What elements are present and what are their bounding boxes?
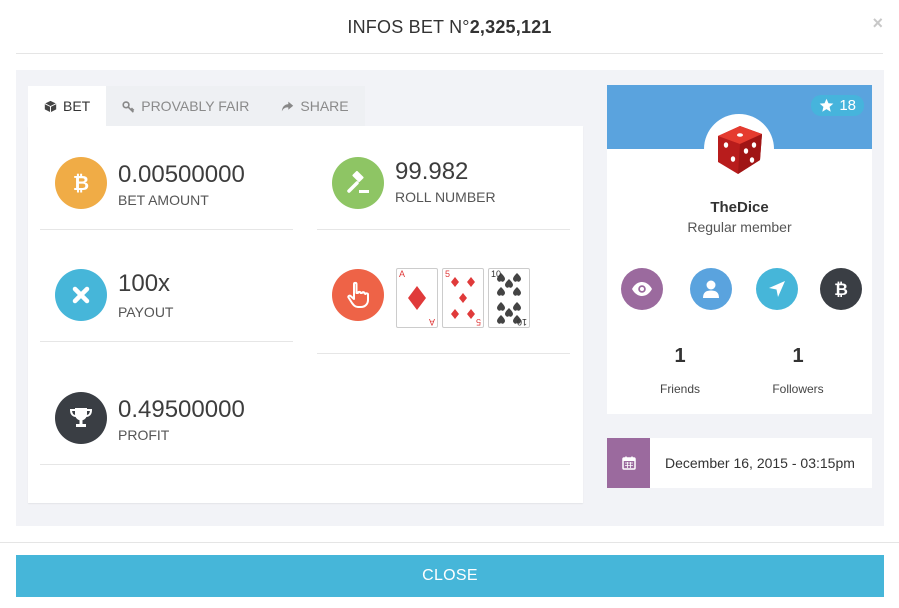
divider: [317, 353, 570, 354]
profit-value: 0.49500000: [118, 396, 245, 423]
payout-value: 100x: [118, 270, 171, 297]
user-role: Regular member: [687, 219, 792, 235]
divider: [317, 229, 570, 230]
playing-card: 10 10: [488, 268, 530, 328]
divider: [40, 464, 570, 465]
bet-amount-stat: ₿ 0.00500000 BET AMOUNT: [55, 157, 295, 217]
card-rank: 5: [445, 269, 451, 279]
cards-stat: [332, 269, 392, 329]
bitcoin-icon: ₿: [55, 157, 107, 209]
tab-bet-label: BET: [63, 98, 91, 114]
date-text: December 16, 2015 - 03:15pm: [665, 455, 855, 471]
stars-count: 18: [839, 97, 856, 114]
username: TheDice: [710, 199, 769, 216]
roll-number-stat: 99.982 ROLL NUMBER: [332, 157, 572, 217]
modal-title: INFOS BET N°2,325,121: [16, 17, 883, 38]
friends-count: 1: [674, 345, 686, 367]
roll-number-label: ROLL NUMBER: [395, 189, 496, 205]
playing-card: 5 5: [442, 268, 484, 328]
avatar[interactable]: [704, 114, 774, 184]
divider: [40, 341, 293, 342]
svg-text:₿: ₿: [73, 173, 89, 195]
card-rank-inverted: 10: [516, 317, 527, 327]
friends-label: Friends: [659, 382, 700, 396]
cube-icon: [44, 100, 57, 112]
key-icon: [122, 100, 135, 113]
card-rank: A: [399, 269, 406, 279]
close-button[interactable]: CLOSE: [16, 555, 884, 597]
tab-share-label: SHARE: [300, 98, 349, 114]
eye-icon[interactable]: [621, 268, 663, 310]
bet-amount-label: BET AMOUNT: [118, 192, 209, 208]
bet-details-card: ₿ 0.00500000 BET AMOUNT 99.982 ROLL NUMB…: [28, 126, 583, 503]
user-icon[interactable]: [690, 268, 732, 310]
payout-stat: 100x PAYOUT: [55, 269, 295, 329]
roll-number-value: 99.982: [395, 158, 469, 185]
footer-divider: [0, 542, 899, 543]
calendar-icon: [607, 438, 650, 488]
share-icon: [282, 101, 294, 111]
profit-label: PROFIT: [118, 427, 170, 443]
bet-number: 2,325,121: [469, 17, 552, 37]
tab-bet[interactable]: BET: [28, 86, 107, 126]
modal-header: INFOS BET N°2,325,121 ×: [16, 0, 883, 54]
location-arrow-icon[interactable]: [756, 268, 798, 310]
playing-cards: A A 5 5 10 10: [396, 268, 530, 328]
divider: [40, 229, 293, 230]
trophy-icon: [55, 392, 107, 444]
card-rank-inverted: A: [428, 317, 435, 327]
payout-label: PAYOUT: [118, 304, 174, 320]
tab-share[interactable]: SHARE: [265, 86, 365, 126]
times-icon: [55, 269, 107, 321]
tab-provably-fair-label: PROVABLY FAIR: [141, 98, 250, 114]
profile-card: 18 TheDice Regular member ₿ 1 Friends 1 …: [607, 85, 872, 414]
card-rank-inverted: 5: [475, 317, 481, 327]
profit-stat: 0.49500000 PROFIT: [55, 392, 295, 452]
followers-label: Followers: [772, 382, 824, 396]
bitcoin-icon[interactable]: ₿: [820, 268, 862, 310]
pointer-hand-icon: [332, 269, 384, 321]
star-icon: [819, 98, 834, 112]
playing-card: A A: [396, 268, 438, 328]
tab-provably-fair[interactable]: PROVABLY FAIR: [106, 86, 266, 126]
followers-count: 1: [792, 345, 804, 367]
card-rank: 10: [491, 269, 502, 279]
tab-bar: BET PROVABLY FAIR SHARE: [28, 86, 365, 126]
close-icon[interactable]: ×: [872, 13, 883, 34]
dice-icon: [718, 126, 762, 174]
title-prefix: INFOS BET N°: [347, 17, 470, 37]
gavel-icon: [332, 157, 384, 209]
bet-date: December 16, 2015 - 03:15pm: [607, 438, 872, 488]
stars-badge: 18: [811, 95, 864, 116]
svg-text:₿: ₿: [834, 280, 848, 299]
bet-amount-value: 0.00500000: [118, 161, 245, 188]
modal-body: BET PROVABLY FAIR SHARE ₿ 0.00500000 BET…: [16, 70, 884, 526]
